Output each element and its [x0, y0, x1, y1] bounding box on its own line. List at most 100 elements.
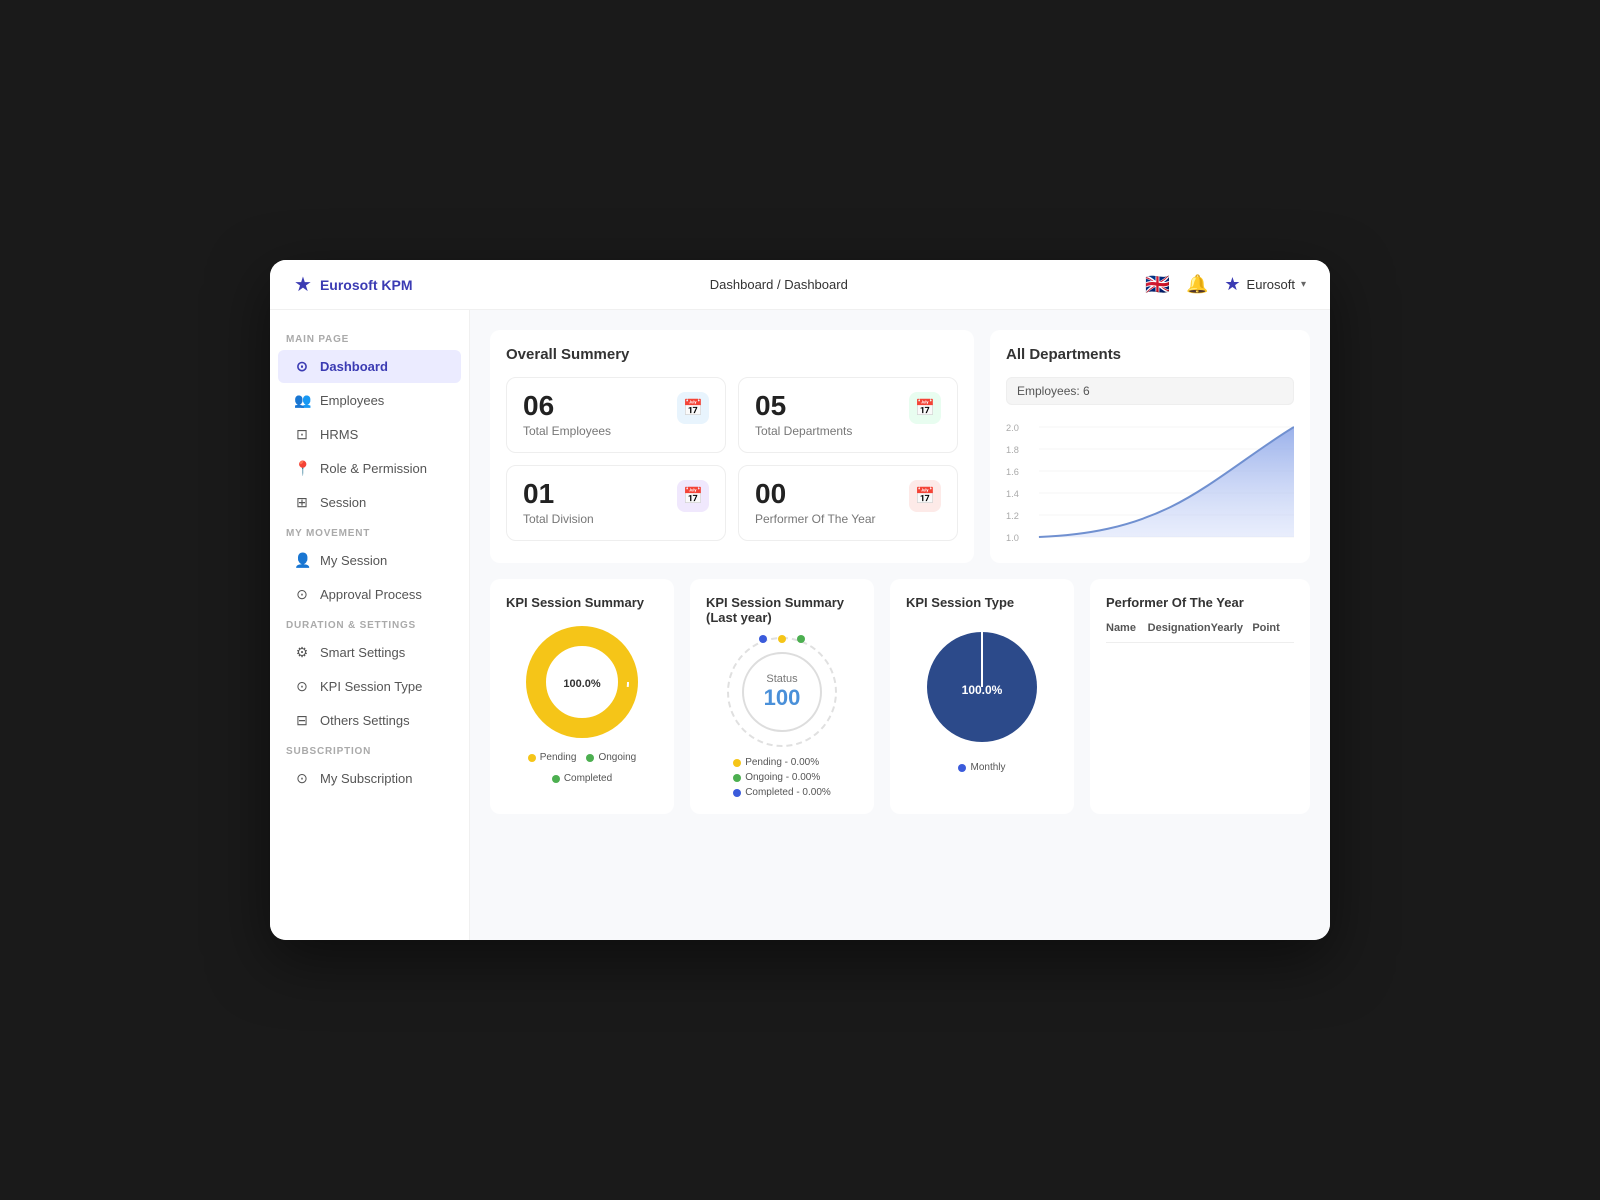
stat-label-employees: Total Employees [523, 424, 611, 438]
stat-number-employees: 06 [523, 392, 611, 420]
sidebar-label-my-subscription: My Subscription [320, 771, 412, 786]
stat-label-division: Total Division [523, 512, 594, 526]
hrms-icon: ⊡ [294, 426, 310, 443]
legend-ongoing-last: Ongoing - 0.00% [733, 772, 831, 783]
sidebar-label-smart-settings: Smart Settings [320, 645, 405, 660]
col-yearly: Yearly [1211, 622, 1253, 634]
stat-icon-employees: 📅 [677, 392, 709, 424]
legend-pending-label: Pending [540, 752, 577, 763]
sidebar-section-main: MAIN PAGE [270, 326, 469, 349]
notification-bell-icon[interactable]: 🔔 [1186, 274, 1208, 295]
svg-text:1.6: 1.6 [1006, 467, 1019, 477]
pie-legend: Monthly [958, 762, 1005, 773]
sidebar-item-employees[interactable]: 👥 Employees [278, 384, 461, 417]
legend-completed-last: Completed - 0.00% [733, 787, 831, 798]
legend-monthly: Monthly [958, 762, 1005, 773]
sidebar-label-session: Session [320, 495, 366, 510]
sidebar-item-others-settings[interactable]: ⊟ Others Settings [278, 704, 461, 737]
approval-icon: ⊙ [294, 586, 310, 603]
sidebar-item-kpi-session-type[interactable]: ⊙ KPI Session Type [278, 670, 461, 703]
top-row: Overall Summery 06 Total Employees 📅 [490, 330, 1310, 563]
stat-number-performer: 00 [755, 480, 876, 508]
status-circle-outer: Status 100 [727, 637, 837, 747]
sidebar-item-role-permission[interactable]: 📍 Role & Permission [278, 452, 461, 485]
stat-icon-division: 📅 [677, 480, 709, 512]
donut-legend: Pending Ongoing Completed [506, 752, 658, 784]
session-icon: ⊞ [294, 494, 310, 511]
sidebar-section-duration: DURATION & SETTINGS [270, 612, 469, 635]
sidebar-label-hrms: HRMS [320, 427, 358, 442]
logo-area: ★ Eurosoft KPM [294, 272, 413, 297]
status-inner-circle: Status 100 [742, 652, 822, 732]
legend-ongoing-last-label: Ongoing - 0.00% [745, 772, 820, 783]
stat-card-performer: 00 Performer Of The Year 📅 [738, 465, 958, 541]
stat-card-employees: 06 Total Employees 📅 [506, 377, 726, 453]
sidebar-item-hrms[interactable]: ⊡ HRMS [278, 418, 461, 451]
col-designation: Designation [1148, 622, 1211, 634]
sidebar-item-approval[interactable]: ⊙ Approval Process [278, 578, 461, 611]
legend-ongoing-label: Ongoing [598, 752, 636, 763]
smart-settings-icon: ⚙ [294, 644, 310, 661]
legend-completed-last-label: Completed - 0.00% [745, 787, 831, 798]
stat-card-division: 01 Total Division 📅 [506, 465, 726, 541]
sidebar-label-dashboard: Dashboard [320, 359, 388, 374]
svg-text:2.0: 2.0 [1006, 423, 1019, 433]
pie-chart-container: 100.0% Monthly [906, 622, 1058, 773]
kpi-row: KPI Session Summary 100.0% [490, 579, 1310, 814]
breadcrumb-current: Dashboard [784, 277, 848, 292]
dept-filter[interactable]: Employees: 6 [1006, 377, 1294, 405]
user-menu[interactable]: ★ Eurosoft ▾ [1224, 274, 1306, 295]
chevron-down-icon: ▾ [1301, 279, 1306, 290]
stat-number-division: 01 [523, 480, 594, 508]
language-flag-icon[interactable]: 🇬🇧 [1145, 272, 1170, 297]
kpi-session-summary-panel: KPI Session Summary 100.0% [490, 579, 674, 814]
sidebar-label-role: Role & Permission [320, 461, 427, 476]
sidebar-item-session[interactable]: ⊞ Session [278, 486, 461, 519]
kpi-session-type-panel: KPI Session Type 100.0% [890, 579, 1074, 814]
departments-title: All Departments [1006, 346, 1294, 363]
summary-title: Overall Summery [506, 346, 958, 363]
sidebar-item-smart-settings[interactable]: ⚙ Smart Settings [278, 636, 461, 669]
legend-completed: Completed [552, 773, 612, 784]
sidebar-item-my-subscription[interactable]: ⊙ My Subscription [278, 762, 461, 795]
app-header: ★ Eurosoft KPM Dashboard / Dashboard 🇬🇧 … [270, 260, 1330, 310]
breadcrumb: Dashboard / Dashboard [710, 277, 848, 292]
area-chart: 2.0 1.8 1.6 1.4 1.2 1.0 [1006, 417, 1294, 547]
sidebar: MAIN PAGE ⊙ Dashboard 👥 Employees ⊡ HRMS… [270, 310, 470, 940]
sidebar-item-my-session[interactable]: 👤 My Session [278, 544, 461, 577]
svg-text:1.8: 1.8 [1006, 445, 1019, 455]
stat-icon-performer: 📅 [909, 480, 941, 512]
performer-table-header: Name Designation Yearly Point [1106, 622, 1294, 643]
others-settings-icon: ⊟ [294, 712, 310, 729]
user-star-icon: ★ [1224, 274, 1240, 295]
status-value: 100 [764, 685, 801, 711]
sidebar-item-dashboard[interactable]: ⊙ Dashboard [278, 350, 461, 383]
kpi-session-type-icon: ⊙ [294, 678, 310, 695]
logo-text: Eurosoft KPM [320, 277, 413, 293]
sidebar-label-employees: Employees [320, 393, 384, 408]
legend-ongoing: Ongoing [586, 752, 636, 763]
stats-grid: 06 Total Employees 📅 05 Total Department… [506, 377, 958, 541]
departments-panel: All Departments Employees: 6 [990, 330, 1310, 563]
donut-chart: 100.0% [522, 622, 642, 742]
main-content: Overall Summery 06 Total Employees 📅 [470, 310, 1330, 940]
sidebar-section-movement: MY MOVEMENT [270, 520, 469, 543]
legend-pending: Pending [528, 752, 577, 763]
svg-text:100.0%: 100.0% [563, 678, 601, 690]
stat-icon-departments: 📅 [909, 392, 941, 424]
kpi-session-last-year-title: KPI Session Summary (Last year) [706, 595, 858, 625]
subscription-icon: ⊙ [294, 770, 310, 787]
user-name: Eurosoft [1247, 277, 1295, 292]
sidebar-label-approval: Approval Process [320, 587, 422, 602]
legend-pending-last: Pending - 0.00% [733, 757, 831, 768]
kpi-session-type-title: KPI Session Type [906, 595, 1058, 610]
logo-star-icon: ★ [294, 272, 312, 297]
employees-icon: 👥 [294, 392, 310, 409]
legend-completed-label: Completed [564, 773, 612, 784]
legend-pending-last-label: Pending - 0.00% [745, 757, 819, 768]
sidebar-label-kpi-session-type: KPI Session Type [320, 679, 422, 694]
sidebar-section-subscription: SUBSCRIPTION [270, 738, 469, 761]
stat-card-departments: 05 Total Departments 📅 [738, 377, 958, 453]
last-year-legend: Pending - 0.00% Ongoing - 0.00% Complete… [733, 757, 831, 798]
pie-chart: 100.0% [917, 622, 1047, 752]
